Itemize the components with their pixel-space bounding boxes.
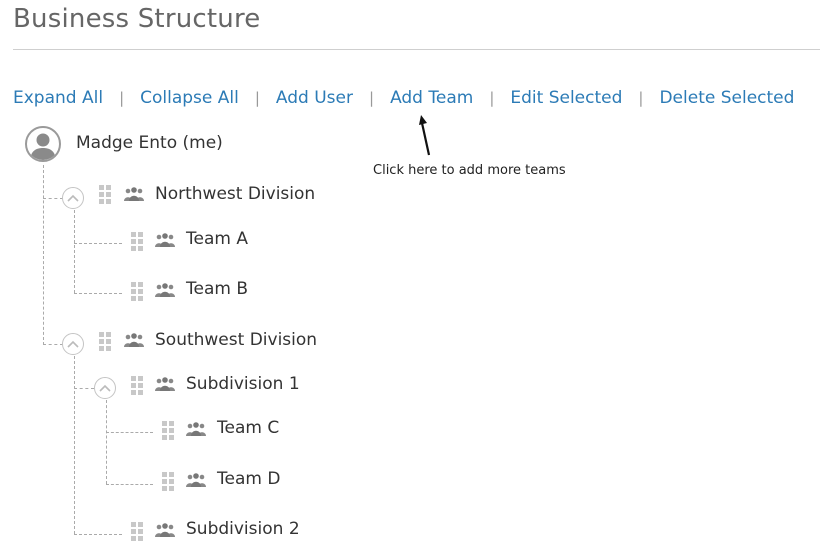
tree-connector [74,243,122,244]
add-user-link[interactable]: Add User [276,88,353,108]
page-title: Business Structure [13,4,261,34]
tree-connector [74,356,75,534]
team-group-icon [155,523,175,537]
team-group-icon [124,187,144,201]
toolbar-separator: | [489,89,495,107]
toolbar-separator: | [638,89,644,107]
team-group-icon [124,333,144,347]
tree-node-subdivision-2[interactable]: Subdivision 2 [186,519,300,539]
drag-handle-icon[interactable] [99,332,111,351]
drag-handle-icon[interactable] [162,421,174,440]
edit-selected-link[interactable]: Edit Selected [510,88,622,108]
user-avatar-icon [25,126,61,162]
tree-connector [43,165,44,345]
tree-connector [74,210,75,293]
tree-connector [43,198,63,199]
delete-selected-link[interactable]: Delete Selected [659,88,794,108]
drag-handle-icon[interactable] [131,376,143,395]
toolbar-separator: | [369,89,375,107]
tree-connector [74,388,94,389]
drag-handle-icon[interactable] [131,232,143,251]
team-group-icon [155,233,175,247]
drag-handle-icon[interactable] [99,185,111,204]
tree-connector [43,344,63,345]
tree-connector [106,400,107,484]
toolbar-separator: | [119,89,125,107]
drag-handle-icon[interactable] [131,282,143,301]
expand-all-link[interactable]: Expand All [13,88,103,108]
callout-annotation: Click here to add more teams [373,163,566,178]
callout-arrow-icon [419,115,431,156]
tree-node-northwest-division[interactable]: Northwest Division [155,184,315,204]
tree-node-team-a[interactable]: Team A [186,229,248,249]
tree-node-team-b[interactable]: Team B [186,279,248,299]
tree-connector [106,484,153,485]
team-group-icon [155,377,175,391]
tree-node-team-c[interactable]: Team C [217,418,279,438]
tree-node-subdivision-1[interactable]: Subdivision 1 [186,374,300,394]
tree-node-southwest-division[interactable]: Southwest Division [155,330,317,350]
collapse-toggle-icon[interactable] [62,333,84,355]
title-divider [13,49,820,50]
toolbar: Expand All | Collapse All | Add User | A… [13,86,794,110]
collapse-all-link[interactable]: Collapse All [140,88,239,108]
team-group-icon [186,422,206,436]
tree-connector [106,432,153,433]
tree-connector [74,534,122,535]
drag-handle-icon[interactable] [131,522,143,541]
collapse-toggle-icon[interactable] [62,187,84,209]
collapse-toggle-icon[interactable] [94,377,116,399]
team-group-icon [155,283,175,297]
drag-handle-icon[interactable] [162,472,174,491]
tree-connector [74,293,122,294]
add-team-link[interactable]: Add Team [390,88,473,108]
tree-node-team-d[interactable]: Team D [217,469,280,489]
toolbar-separator: | [254,89,260,107]
tree-root-user[interactable]: Madge Ento (me) [76,133,223,153]
team-group-icon [186,473,206,487]
